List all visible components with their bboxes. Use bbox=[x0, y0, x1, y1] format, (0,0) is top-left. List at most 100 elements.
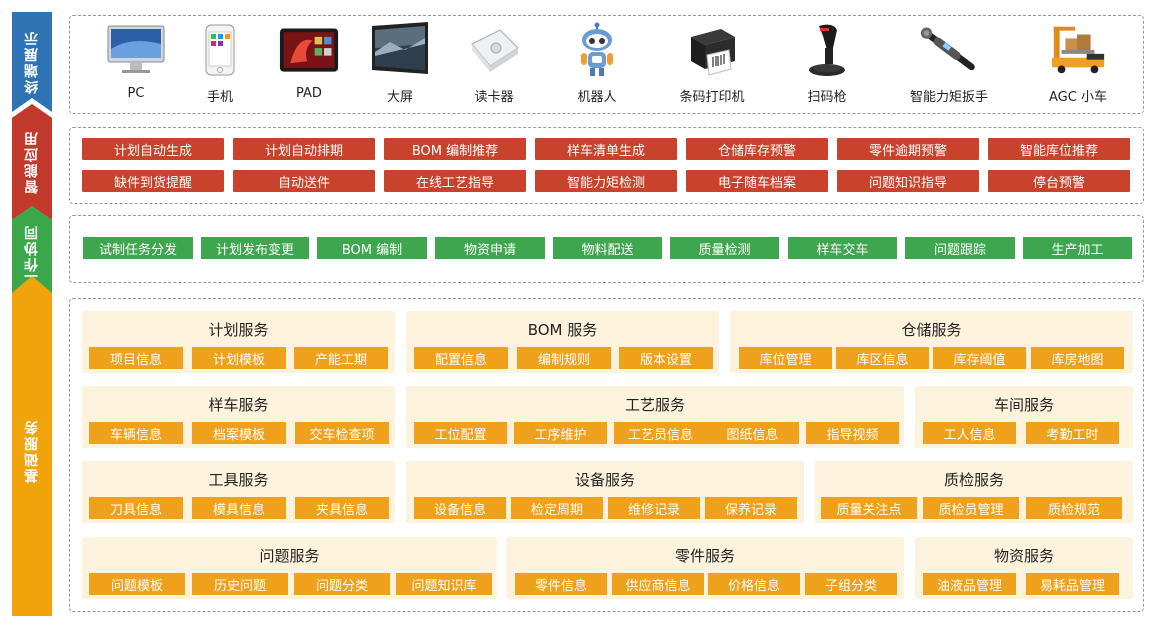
device-phone: 手机 bbox=[170, 22, 270, 110]
service-item[interactable]: 检定周期 bbox=[511, 497, 603, 519]
service-item[interactable]: 油液品管理 bbox=[923, 573, 1016, 595]
service-item[interactable]: 图纸信息 bbox=[706, 422, 799, 444]
service-title: 工艺服务 bbox=[624, 396, 685, 414]
smart-app-item[interactable]: 计划自动生成 bbox=[82, 138, 224, 160]
service-item[interactable]: 价格信息 bbox=[708, 573, 800, 595]
smart-app-item[interactable]: 样车清单生成 bbox=[535, 138, 677, 160]
device-label: PC bbox=[127, 86, 145, 101]
service-item[interactable]: 计划模板 bbox=[192, 347, 286, 369]
large-screen-icon bbox=[370, 22, 430, 78]
smart-app-item[interactable]: 智能库位推荐 bbox=[988, 138, 1130, 160]
smart-app-item[interactable]: 电子随车档案 bbox=[686, 170, 828, 192]
smart-app-item[interactable]: 自动送件 bbox=[233, 170, 375, 192]
service-item[interactable]: 项目信息 bbox=[89, 347, 183, 369]
device-robot: 机器人 bbox=[547, 22, 647, 110]
service-item[interactable]: 问题模板 bbox=[89, 573, 185, 595]
tablet-icon bbox=[279, 22, 339, 78]
service-title: 车间服务 bbox=[993, 396, 1054, 414]
smart-app-item[interactable]: 缺件到货提醒 bbox=[82, 170, 224, 192]
service-item[interactable]: 工位配置 bbox=[414, 422, 507, 444]
scanner-gun-icon bbox=[797, 22, 857, 78]
service-item[interactable]: 指导视频 bbox=[806, 422, 899, 444]
device-label: 读卡器 bbox=[474, 90, 514, 105]
service-item[interactable]: 编制规则 bbox=[517, 347, 611, 369]
service-item[interactable]: 库位管理 bbox=[739, 347, 832, 369]
service-item[interactable]: 工序维护 bbox=[514, 422, 607, 444]
service-group-material: 物资服务 油液品管理 易耗品管理 bbox=[915, 537, 1133, 599]
smart-app-item[interactable]: 仓储库存预警 bbox=[686, 138, 828, 160]
service-item[interactable]: 模具信息 bbox=[192, 497, 286, 519]
service-group-issue: 问题服务 问题模板 历史问题 问题分类 问题知识库 bbox=[82, 537, 497, 599]
device-label: AGC 小车 bbox=[1049, 90, 1107, 105]
service-item[interactable]: 问题分类 bbox=[294, 573, 390, 595]
service-group-plan: 计划服务 项目信息 计划模板 产能工期 bbox=[82, 311, 395, 373]
device-label: 条码打印机 bbox=[679, 90, 745, 105]
workflow-item[interactable]: 样车交车 bbox=[788, 237, 897, 259]
layer-label-smart-app: 智能应用 bbox=[12, 104, 52, 220]
service-item[interactable]: 考勤工时 bbox=[1026, 422, 1119, 444]
service-item[interactable]: 质检规范 bbox=[1026, 497, 1122, 519]
smart-app-item[interactable]: 在线工艺指导 bbox=[384, 170, 526, 192]
service-item[interactable]: 车辆信息 bbox=[89, 422, 183, 444]
service-title: 质检服务 bbox=[943, 471, 1004, 489]
service-item[interactable]: 版本设置 bbox=[619, 347, 713, 369]
service-group-workshop: 车间服务 工人信息 考勤工时 bbox=[915, 386, 1133, 448]
service-item[interactable]: 交车检查项 bbox=[295, 422, 389, 444]
smart-app-item[interactable]: BOM 编制推荐 bbox=[384, 138, 526, 160]
robot-icon bbox=[567, 22, 627, 78]
device-pad: PAD bbox=[259, 22, 359, 110]
service-item[interactable]: 问题知识库 bbox=[396, 573, 492, 595]
service-item[interactable]: 刀具信息 bbox=[89, 497, 183, 519]
service-item[interactable]: 工人信息 bbox=[923, 422, 1016, 444]
service-item[interactable]: 配置信息 bbox=[414, 347, 508, 369]
workflow-item[interactable]: BOM 编制 bbox=[317, 237, 427, 259]
workflow-item[interactable]: 试制任务分发 bbox=[83, 237, 193, 259]
smart-app-panel: 计划自动生成 计划自动排期 BOM 编制推荐 样车清单生成 仓储库存预警 零件逾… bbox=[69, 127, 1144, 204]
device-label: 手机 bbox=[206, 90, 233, 105]
service-group-equipment: 设备服务 设备信息 检定周期 维修记录 保养记录 bbox=[406, 461, 804, 523]
workflow-item[interactable]: 计划发布变更 bbox=[201, 237, 309, 259]
device-large-screen: 大屏 bbox=[350, 22, 450, 110]
service-item[interactable]: 库存阈值 bbox=[933, 347, 1026, 369]
service-item[interactable]: 库区信息 bbox=[836, 347, 929, 369]
service-item[interactable]: 质量关注点 bbox=[821, 497, 917, 519]
service-item[interactable]: 档案模板 bbox=[192, 422, 286, 444]
service-item[interactable]: 易耗品管理 bbox=[1026, 573, 1119, 595]
service-item[interactable]: 供应商信息 bbox=[612, 573, 704, 595]
service-item[interactable]: 设备信息 bbox=[414, 497, 506, 519]
service-item[interactable]: 库房地图 bbox=[1031, 347, 1124, 369]
device-card-reader: 读卡器 bbox=[444, 22, 544, 110]
service-item[interactable]: 零件信息 bbox=[515, 573, 607, 595]
smart-app-item[interactable]: 问题知识指导 bbox=[837, 170, 979, 192]
service-item[interactable]: 夹具信息 bbox=[295, 497, 389, 519]
service-group-process: 工艺服务 工位配置 工序维护 工艺员信息 图纸信息 指导视频 bbox=[406, 386, 904, 448]
service-title: 零件服务 bbox=[674, 547, 735, 565]
smart-app-item[interactable]: 计划自动排期 bbox=[233, 138, 375, 160]
service-item[interactable]: 历史问题 bbox=[192, 573, 288, 595]
service-item[interactable]: 子组分类 bbox=[805, 573, 897, 595]
device-label: 扫码枪 bbox=[807, 90, 847, 105]
workflow-item[interactable]: 质量检测 bbox=[670, 237, 779, 259]
workflow-item[interactable]: 问题跟踪 bbox=[905, 237, 1015, 259]
smart-app-item[interactable]: 智能力矩检测 bbox=[535, 170, 677, 192]
workflow-item[interactable]: 物资申请 bbox=[435, 237, 545, 259]
workflow-item[interactable]: 生产加工 bbox=[1023, 237, 1132, 259]
workflow-item[interactable]: 物料配送 bbox=[553, 237, 662, 259]
service-title: 工具服务 bbox=[208, 471, 269, 489]
service-item[interactable]: 工艺员信息 bbox=[614, 422, 707, 444]
smart-app-item[interactable]: 停台预警 bbox=[988, 170, 1130, 192]
service-item[interactable]: 保养记录 bbox=[705, 497, 797, 519]
service-group-tool: 工具服务 刀具信息 模具信息 夹具信息 bbox=[82, 461, 395, 523]
service-item[interactable]: 维修记录 bbox=[608, 497, 700, 519]
smart-app-item[interactable]: 零件逾期预警 bbox=[837, 138, 979, 160]
service-group-storage: 仓储服务 库位管理 库区信息 库存阈值 库房地图 bbox=[730, 311, 1133, 373]
phone-icon bbox=[190, 22, 250, 78]
service-item[interactable]: 质检员管理 bbox=[923, 497, 1019, 519]
device-label: 机器人 bbox=[577, 90, 617, 105]
base-services-panel: 计划服务 项目信息 计划模板 产能工期 BOM 服务 配置信息 编制规则 版本设… bbox=[69, 298, 1144, 612]
service-item[interactable]: 产能工期 bbox=[294, 347, 388, 369]
layer-label-terminal: 终端展示 bbox=[12, 12, 52, 112]
layer-label-base-services: 基础服务 bbox=[12, 276, 52, 616]
service-title: BOM 服务 bbox=[527, 321, 598, 339]
service-group-sample-car: 样车服务 车辆信息 档案模板 交车检查项 bbox=[82, 386, 395, 448]
